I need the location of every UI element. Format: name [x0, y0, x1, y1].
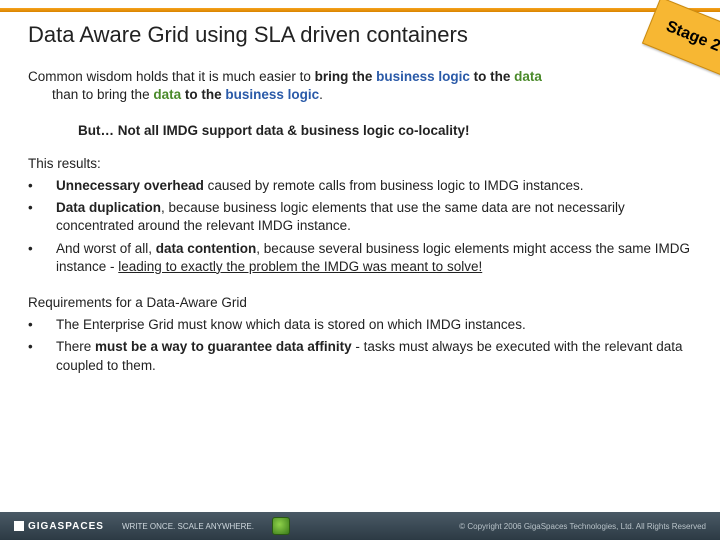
- list-item-text: There must be a way to guarantee data af…: [56, 338, 692, 374]
- p1-data2: data: [153, 87, 181, 102]
- list-item: • And worst of all, data contention, bec…: [28, 240, 692, 276]
- requirements-list: • The Enterprise Grid must know which da…: [28, 316, 692, 375]
- list-item: • Unnecessary overhead caused by remote …: [28, 177, 692, 195]
- but-line: But… Not all IMDG support data & busines…: [78, 122, 692, 140]
- intro-paragraph: Common wisdom holds that it is much easi…: [28, 68, 692, 104]
- p1-text: Common wisdom holds that it is much easi…: [28, 69, 315, 84]
- li-bold: data contention: [156, 241, 257, 256]
- footer-copyright: © Copyright 2006 GigaSpaces Technologies…: [459, 522, 706, 531]
- li-bold: Unnecessary overhead: [56, 178, 204, 193]
- brand-text: GIGASPACES: [28, 521, 104, 532]
- body: Common wisdom holds that it is much easi…: [28, 68, 692, 393]
- results-intro: This results:: [28, 155, 692, 173]
- p1-business-logic: business logic: [376, 69, 470, 84]
- bullet-glyph: •: [28, 177, 56, 195]
- opengrid-logo-icon: [272, 517, 290, 535]
- p1-line2: than to bring the data to the business l…: [28, 86, 692, 104]
- li-post: caused by remote calls from business log…: [204, 178, 584, 193]
- p1-bold1: bring the: [315, 69, 377, 84]
- p1-bold3: to the: [181, 87, 225, 102]
- p1-period: .: [319, 87, 323, 102]
- p1-data: data: [514, 69, 542, 84]
- slide-title: Data Aware Grid using SLA driven contain…: [28, 22, 468, 48]
- top-rule: [0, 8, 720, 12]
- list-item: • There must be a way to guarantee data …: [28, 338, 692, 374]
- bullet-glyph: •: [28, 199, 56, 235]
- list-item-text: Data duplication, because business logic…: [56, 199, 692, 235]
- bullet-glyph: •: [28, 240, 56, 276]
- p1-text2: than to bring the: [52, 87, 153, 102]
- req2-bold: must be a way to guarantee data affinity: [95, 339, 352, 354]
- list-item-text: Unnecessary overhead caused by remote ca…: [56, 177, 692, 195]
- bullet-glyph: •: [28, 316, 56, 334]
- p1-business-logic2: business logic: [225, 87, 319, 102]
- list-item: • The Enterprise Grid must know which da…: [28, 316, 692, 334]
- li-underline: leading to exactly the problem the IMDG …: [118, 259, 482, 274]
- brand-logo: GIGASPACES: [14, 521, 104, 532]
- li-bold: Data duplication: [56, 200, 161, 215]
- results-list: • Unnecessary overhead caused by remote …: [28, 177, 692, 276]
- footer: GIGASPACES WRITE ONCE. SCALE ANYWHERE. ©…: [0, 512, 720, 540]
- req2-a: There: [56, 339, 95, 354]
- li-pre: And worst of all,: [56, 241, 156, 256]
- list-item-text: The Enterprise Grid must know which data…: [56, 316, 692, 334]
- list-item: • Data duplication, because business log…: [28, 199, 692, 235]
- p1-bold2: to the: [470, 69, 514, 84]
- footer-tagline: WRITE ONCE. SCALE ANYWHERE.: [122, 522, 254, 531]
- logo-icon: [14, 521, 24, 531]
- bullet-glyph: •: [28, 338, 56, 374]
- list-item-text: And worst of all, data contention, becau…: [56, 240, 692, 276]
- requirements-title: Requirements for a Data-Aware Grid: [28, 294, 692, 312]
- slide: Data Aware Grid using SLA driven contain…: [0, 0, 720, 540]
